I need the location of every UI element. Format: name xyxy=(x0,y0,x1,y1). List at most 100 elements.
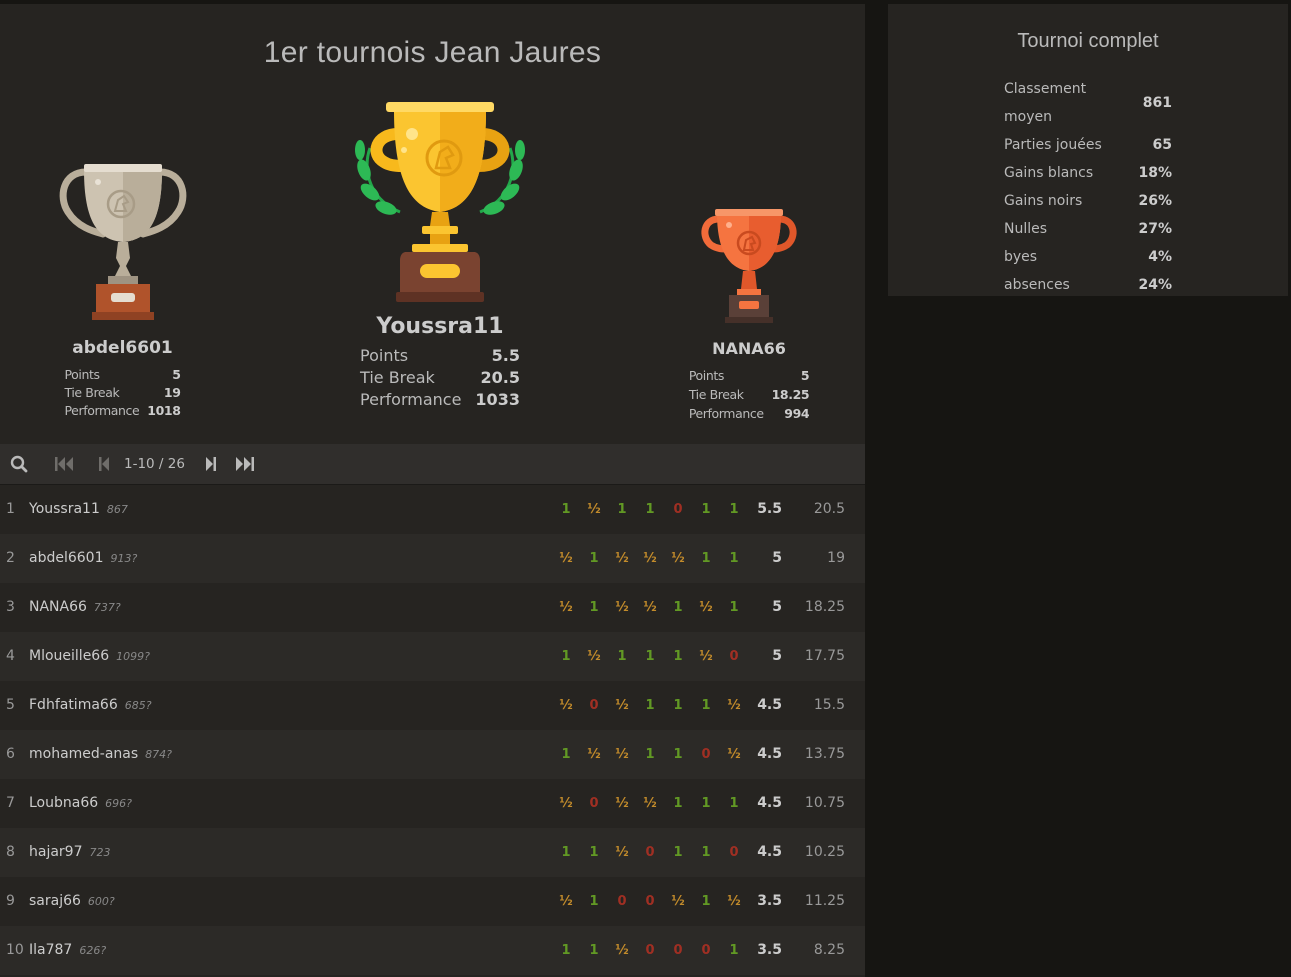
game-result[interactable]: 1 xyxy=(724,485,744,534)
first-player-name[interactable]: Youssra11 xyxy=(345,314,535,339)
game-result[interactable]: 1 xyxy=(696,828,716,877)
game-result[interactable]: 1 xyxy=(696,534,716,583)
player-link[interactable]: mohamed-anas 874? xyxy=(29,730,172,779)
game-result[interactable]: 1 xyxy=(668,681,688,730)
game-result[interactable]: 1 xyxy=(668,632,688,681)
player-name[interactable]: hajar97 xyxy=(29,844,83,860)
game-result[interactable]: 0 xyxy=(724,632,744,681)
game-result[interactable]: ½ xyxy=(556,877,576,926)
game-result[interactable]: 1 xyxy=(584,583,604,632)
game-result[interactable]: ½ xyxy=(696,583,716,632)
player-link[interactable]: Mloueille66 1099? xyxy=(29,632,150,681)
game-result[interactable]: 0 xyxy=(584,779,604,828)
third-player-name[interactable]: NANA66 xyxy=(688,339,810,358)
table-row[interactable]: 4 Mloueille66 1099? 1 ½ 1 1 1 ½ 0 5 17.75 xyxy=(0,632,865,681)
player-link[interactable]: Ila787 626? xyxy=(29,926,106,975)
game-result[interactable]: 0 xyxy=(668,926,688,975)
game-result[interactable]: 1 xyxy=(724,779,744,828)
game-result[interactable]: ½ xyxy=(696,632,716,681)
player-name[interactable]: mohamed-anas xyxy=(29,746,138,762)
game-result[interactable]: 1 xyxy=(724,926,744,975)
game-result[interactable]: 1 xyxy=(612,632,632,681)
table-row[interactable]: 9 saraj66 600? ½ 1 0 0 ½ 1 ½ 3.5 11.25 xyxy=(0,877,865,926)
game-result[interactable]: 1 xyxy=(556,730,576,779)
table-row[interactable]: 7 Loubna66 696? ½ 0 ½ ½ 1 1 1 4.5 10.75 xyxy=(0,779,865,828)
game-result[interactable]: ½ xyxy=(584,632,604,681)
game-result[interactable]: ½ xyxy=(556,681,576,730)
table-row[interactable]: 6 mohamed-anas 874? 1 ½ ½ 1 1 0 ½ 4.5 13.75 xyxy=(0,730,865,779)
game-result[interactable]: ½ xyxy=(640,583,660,632)
table-row[interactable]: 8 hajar97 723 1 1 ½ 0 1 1 0 4.5 10.25 xyxy=(0,828,865,877)
game-result[interactable]: 1 xyxy=(584,828,604,877)
table-row[interactable]: 3 NANA66 737? ½ 1 ½ ½ 1 ½ 1 5 18.25 xyxy=(0,583,865,632)
game-result[interactable]: ½ xyxy=(584,485,604,534)
game-result[interactable]: 0 xyxy=(640,877,660,926)
player-link[interactable]: Loubna66 696? xyxy=(29,779,132,828)
search-button[interactable] xyxy=(10,455,28,473)
game-result[interactable]: 1 xyxy=(584,877,604,926)
player-link[interactable]: abdel6601 913? xyxy=(29,534,137,583)
prev-page-button[interactable] xyxy=(98,456,110,472)
game-result[interactable]: 1 xyxy=(668,583,688,632)
game-result[interactable]: ½ xyxy=(584,730,604,779)
first-page-button[interactable] xyxy=(54,456,74,472)
game-result[interactable]: ½ xyxy=(612,534,632,583)
game-result[interactable]: 1 xyxy=(556,926,576,975)
next-page-button[interactable] xyxy=(205,456,217,472)
game-result[interactable]: ½ xyxy=(556,583,576,632)
game-result[interactable]: 1 xyxy=(556,632,576,681)
player-link[interactable]: Youssra11 867 xyxy=(29,485,128,534)
player-name[interactable]: Ila787 xyxy=(29,942,72,958)
game-result[interactable]: 1 xyxy=(640,681,660,730)
game-result[interactable]: 1 xyxy=(696,485,716,534)
game-result[interactable]: 1 xyxy=(556,828,576,877)
game-result[interactable]: ½ xyxy=(556,779,576,828)
player-name[interactable]: Fdhfatima66 xyxy=(29,697,118,713)
game-result[interactable]: ½ xyxy=(612,730,632,779)
game-result[interactable]: 1 xyxy=(668,779,688,828)
game-result[interactable]: ½ xyxy=(724,730,744,779)
table-row[interactable]: 1 Youssra11 867 1 ½ 1 1 0 1 1 5.5 20.5 xyxy=(0,485,865,534)
game-result[interactable]: 0 xyxy=(640,828,660,877)
game-result[interactable]: ½ xyxy=(640,779,660,828)
player-name[interactable]: NANA66 xyxy=(29,599,87,615)
last-page-button[interactable] xyxy=(235,456,255,472)
game-result[interactable]: 1 xyxy=(640,632,660,681)
player-name[interactable]: saraj66 xyxy=(29,893,81,909)
table-row[interactable]: 5 Fdhfatima66 685? ½ 0 ½ 1 1 1 ½ 4.5 15.5 xyxy=(0,681,865,730)
player-name[interactable]: Loubna66 xyxy=(29,795,98,811)
game-result[interactable]: 1 xyxy=(696,681,716,730)
table-row[interactable]: 2 abdel6601 913? ½ 1 ½ ½ ½ 1 1 5 19 xyxy=(0,534,865,583)
player-link[interactable]: hajar97 723 xyxy=(29,828,111,877)
game-result[interactable]: 1 xyxy=(668,828,688,877)
game-result[interactable]: ½ xyxy=(612,681,632,730)
game-result[interactable]: 0 xyxy=(668,485,688,534)
player-link[interactable]: Fdhfatima66 685? xyxy=(29,681,152,730)
game-result[interactable]: 0 xyxy=(696,730,716,779)
game-result[interactable]: 1 xyxy=(640,485,660,534)
game-result[interactable]: 1 xyxy=(668,730,688,779)
game-result[interactable]: 1 xyxy=(556,485,576,534)
game-result[interactable]: 1 xyxy=(724,534,744,583)
game-result[interactable]: 0 xyxy=(584,681,604,730)
player-link[interactable]: NANA66 737? xyxy=(29,583,121,632)
game-result[interactable]: ½ xyxy=(612,583,632,632)
game-result[interactable]: ½ xyxy=(612,779,632,828)
player-link[interactable]: saraj66 600? xyxy=(29,877,115,926)
game-result[interactable]: ½ xyxy=(724,877,744,926)
game-result[interactable]: ½ xyxy=(612,926,632,975)
game-result[interactable]: 0 xyxy=(612,877,632,926)
table-row[interactable]: 10 Ila787 626? 1 1 ½ 0 0 0 1 3.5 8.25 xyxy=(0,926,865,975)
second-player-name[interactable]: abdel6601 xyxy=(45,338,200,358)
game-result[interactable]: ½ xyxy=(612,828,632,877)
game-result[interactable]: 0 xyxy=(724,828,744,877)
game-result[interactable]: 1 xyxy=(696,877,716,926)
game-result[interactable]: ½ xyxy=(556,534,576,583)
game-result[interactable]: 1 xyxy=(640,730,660,779)
game-result[interactable]: 1 xyxy=(696,779,716,828)
game-result[interactable]: 0 xyxy=(640,926,660,975)
game-result[interactable]: ½ xyxy=(724,681,744,730)
game-result[interactable]: 0 xyxy=(696,926,716,975)
game-result[interactable]: 1 xyxy=(584,534,604,583)
game-result[interactable]: 1 xyxy=(612,485,632,534)
